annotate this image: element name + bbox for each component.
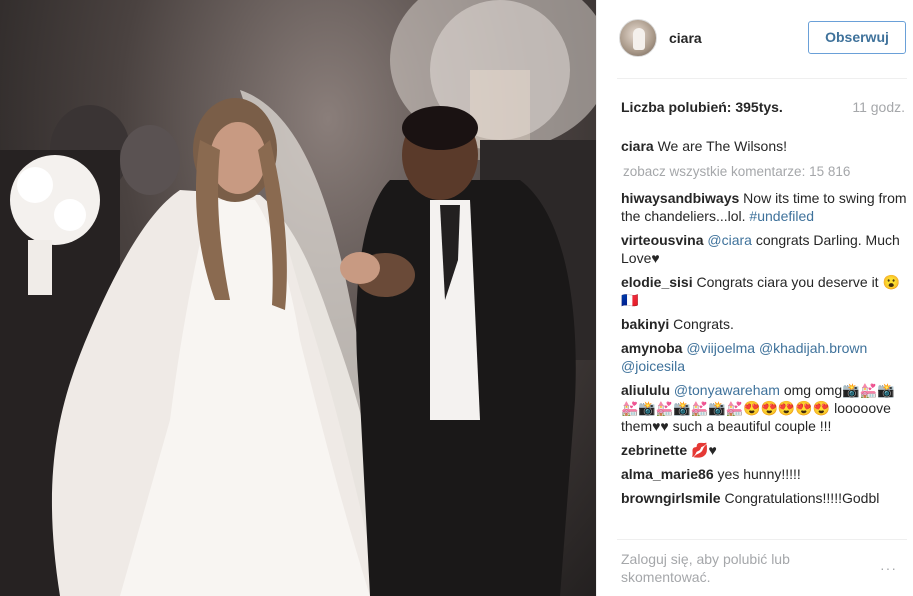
comment-mention[interactable]: @viijoelma (686, 340, 755, 356)
comment-text: omg (783, 382, 812, 398)
comment-item: virteousvina @ciara congrats Darling. Mu… (621, 231, 911, 267)
comment-mention[interactable]: @tonyawareham (674, 382, 780, 398)
comment-mention[interactable]: @ciara (707, 232, 752, 248)
comment-item: elodie_sisi Congrats ciara you deserve i… (621, 273, 911, 309)
comment-text: yes hunny!!!!! (717, 466, 801, 482)
comment-emoji: 💋♥ (691, 442, 717, 458)
comment-username[interactable]: hiwaysandbiways (621, 190, 739, 206)
comment-username[interactable]: zebrinette (621, 442, 687, 458)
post-header: ciara Obserwuj (597, 0, 913, 78)
comment-item: hiwaysandbiways Now its time to swing fr… (621, 189, 911, 225)
comment-item: alma_marie86 yes hunny!!!!! (621, 465, 911, 483)
comment-username[interactable]: elodie_sisi (621, 274, 693, 290)
comment-username[interactable]: alma_marie86 (621, 466, 714, 482)
likes-count[interactable]: Liczba polubień: 395tys. (621, 99, 783, 115)
comment-text: Congrats ciara you deserve it (696, 274, 879, 290)
avatar[interactable] (619, 19, 657, 57)
comment-item: zebrinette 💋♥ (621, 441, 911, 459)
comment-text: Congrats. (673, 316, 734, 332)
comments-list: hiwaysandbiways Now its time to swing fr… (621, 189, 911, 513)
post-caption: ciara We are The Wilsons! (621, 137, 787, 155)
comment-item: browngirlsmile Congratulations!!!!!Godbl (621, 489, 911, 507)
post-sidebar: ciara Obserwuj Liczba polubień: 395tys. … (596, 0, 913, 596)
comment-username[interactable]: virteousvina (621, 232, 703, 248)
comment-text: Congratulations!!!!!Godbl (724, 490, 880, 506)
comment-item: aliululu @tonyawareham omg omg📸💒📸💒📸💒📸💒📸💒… (621, 381, 911, 435)
post-timestamp[interactable]: 11 godz. (852, 99, 905, 115)
header-divider (617, 78, 907, 79)
post-photo-illustration (0, 0, 596, 596)
comment-hashtag[interactable]: #undefiled (749, 208, 814, 224)
comment-username[interactable]: aliululu (621, 382, 670, 398)
post-photo[interactable] (0, 0, 596, 596)
login-prompt[interactable]: Zaloguj się, aby polubić lub skomentować… (621, 550, 841, 586)
comment-username[interactable]: bakinyi (621, 316, 669, 332)
see-all-comments-link[interactable]: zobacz wszystkie komentarze: 15 816 (623, 164, 850, 179)
comment-mention[interactable]: @khadijah.brown (759, 340, 867, 356)
caption-username[interactable]: ciara (621, 138, 654, 154)
comment-item: amynoba @viijoelma @khadijah.brown @joic… (621, 339, 911, 375)
comment-mention[interactable]: @joicesila (621, 358, 685, 374)
post-author-username[interactable]: ciara (669, 30, 702, 46)
footer-divider (617, 539, 907, 540)
caption-text: We are The Wilsons! (657, 138, 788, 154)
more-options-icon[interactable]: ··· (880, 560, 897, 576)
follow-button[interactable]: Obserwuj (808, 21, 906, 54)
comment-username[interactable]: browngirlsmile (621, 490, 721, 506)
comment-username[interactable]: amynoba (621, 340, 682, 356)
comment-item: bakinyi Congrats. (621, 315, 911, 333)
